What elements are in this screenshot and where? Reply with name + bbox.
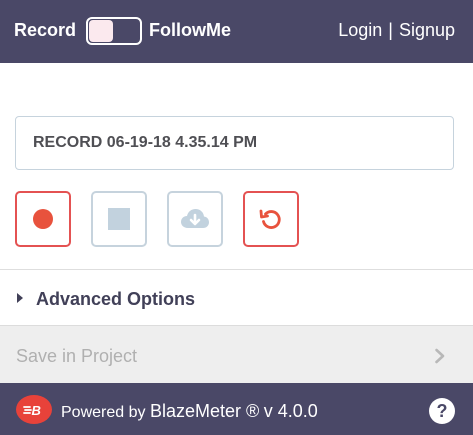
- version-label: v 4.0.0: [263, 401, 318, 421]
- auth-links: Login | Signup: [338, 19, 455, 41]
- stop-square-icon: [108, 208, 130, 230]
- reset-button[interactable]: [243, 191, 299, 247]
- powered-by-label: Powered by: [61, 404, 146, 421]
- advanced-options-toggle[interactable]: Advanced Options: [0, 270, 473, 325]
- stop-button[interactable]: [91, 191, 147, 247]
- powered-by-text: Powered by BlazeMeter ® v 4.0.0: [61, 402, 318, 422]
- record-dot-icon: [33, 209, 53, 229]
- footer-bar: B Powered by BlazeMeter ® v 4.0.0 ?: [0, 383, 473, 435]
- blazemeter-logo-icon: B: [16, 395, 52, 424]
- brand-name: BlazeMeter ®: [149, 401, 260, 421]
- record-label: Record: [14, 20, 77, 40]
- reset-icon: [259, 209, 281, 229]
- cloud-download-icon: [181, 209, 209, 228]
- login-link[interactable]: Login: [338, 19, 382, 41]
- auth-separator: |: [388, 20, 393, 40]
- chevron-right-icon: [435, 348, 445, 364]
- svg-text:B: B: [32, 403, 41, 418]
- signup-link[interactable]: Signup: [399, 19, 455, 41]
- advanced-options-label: Advanced Options: [36, 289, 196, 309]
- save-in-project-button[interactable]: Save in Project: [0, 325, 473, 383]
- toggle-knob: [89, 20, 113, 42]
- followme-label: FollowMe: [149, 20, 231, 40]
- followme-toggle[interactable]: [86, 17, 142, 45]
- save-in-project-label: Save in Project: [16, 346, 138, 366]
- caret-right-icon: [17, 293, 23, 303]
- help-icon[interactable]: ?: [429, 398, 455, 424]
- top-bar: Record FollowMe Login | Signup: [0, 0, 473, 63]
- download-button[interactable]: [167, 191, 223, 247]
- recording-name-input[interactable]: [15, 116, 454, 170]
- record-button[interactable]: [15, 191, 71, 247]
